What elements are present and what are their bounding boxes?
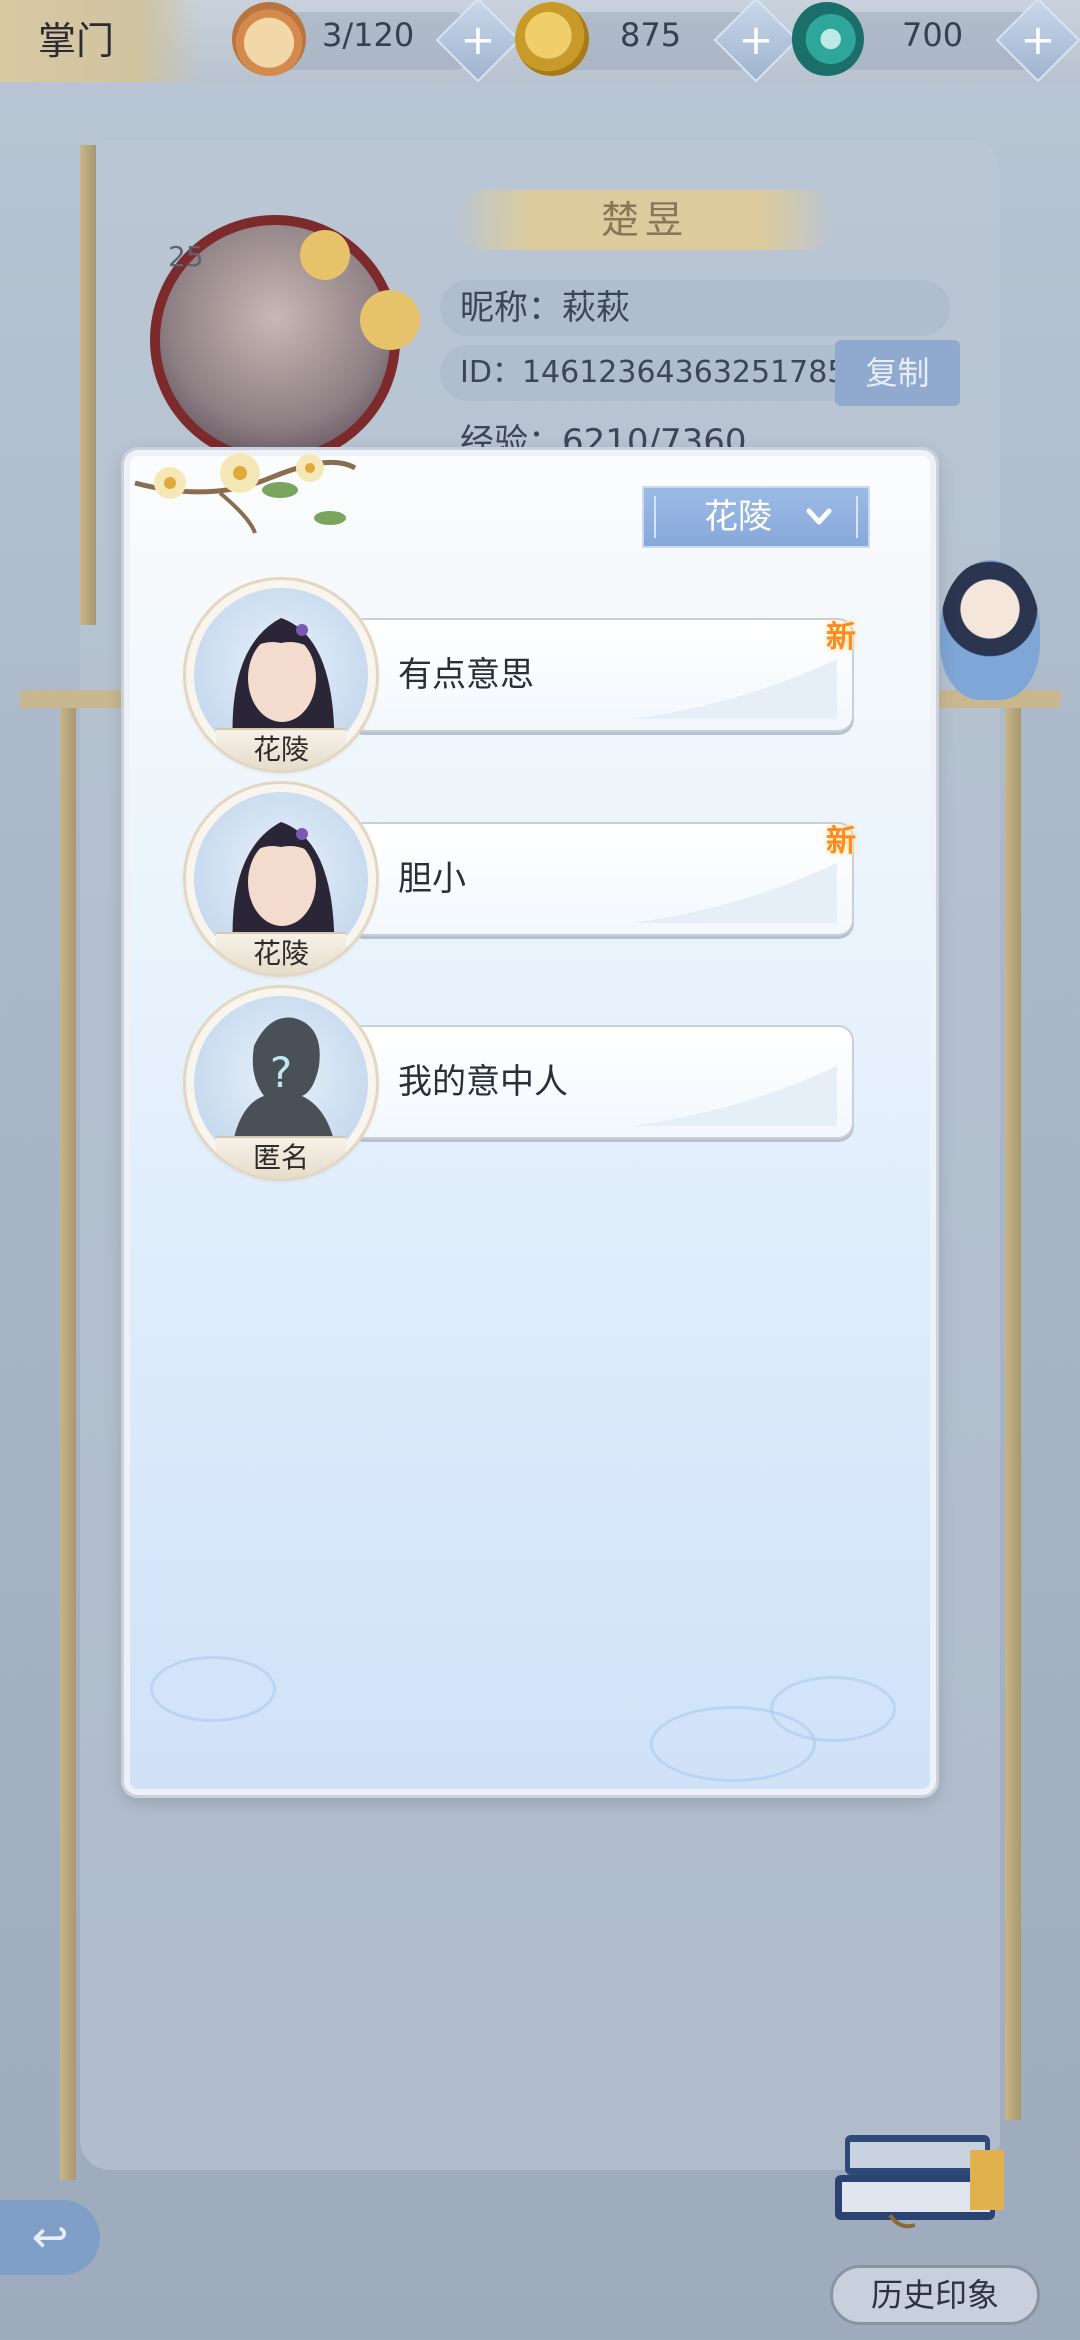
jade-swirl-icon [790,2,864,76]
author-name: 匿名 [216,1136,346,1178]
flower-ornament [360,290,420,350]
player-name: 楚昱 [455,190,835,250]
copy-id-button[interactable]: 复制 [835,340,960,406]
pillar-right [1005,700,1021,2120]
nickname-text: 昵称：萩萩 [460,288,630,328]
coin-value: 875 [620,16,682,54]
top-resource-bar: 掌门 3/120 + 875 + 700 + [0,0,1080,83]
character-filter-dropdown[interactable]: 花陵 [642,486,870,548]
chevron-down-icon [806,508,832,525]
swoosh-decoration [632,863,837,923]
stamina-value: 3/120 [322,16,415,54]
new-badge: 新 [826,620,856,655]
author-avatar[interactable]: 花陵 [186,784,376,974]
anonymous-avatar[interactable]: ? 匿名 [186,988,376,1178]
cloud-decoration [150,1656,276,1722]
jade-value: 700 [902,16,964,54]
player-level: 25 [168,240,204,273]
exp-text: 经验：6210/7360 [460,422,747,454]
scroll-rod-left [80,145,96,625]
id-text: ID：146123643632517851 [460,355,866,390]
flower-ornament [300,230,350,280]
dropdown-selected-label: 花陵 [704,497,772,537]
pillar-left [60,700,76,2180]
impression-card[interactable]: 有点意思 [350,620,852,730]
new-badge: 新 [826,824,856,859]
impression-text: 我的意中人 [398,1062,568,1102]
impression-card[interactable]: 胆小 [350,824,852,934]
question-mark-icon: ? [269,1048,293,1097]
blossom-branch-decoration [134,453,357,534]
cloud-decoration [650,1706,816,1782]
swoosh-decoration [632,1066,837,1126]
gold-coin-icon [515,2,589,76]
chibi-character[interactable] [940,560,1040,700]
impression-card[interactable]: 我的意中人 [350,1027,852,1137]
history-impression-button[interactable]: 历史印象 [830,2265,1040,2325]
author-avatar[interactable]: 花陵 [186,580,376,770]
impression-text: 有点意思 [398,655,534,695]
cat-face-icon [232,2,306,76]
swoosh-decoration [632,659,837,719]
author-name: 花陵 [216,728,346,770]
impression-text: 胆小 [398,859,466,899]
history-books-icon[interactable] [830,2130,1010,2240]
back-button[interactable]: ↩ [0,2200,100,2275]
page-title: 掌门 [0,0,200,82]
author-name: 花陵 [216,932,346,974]
